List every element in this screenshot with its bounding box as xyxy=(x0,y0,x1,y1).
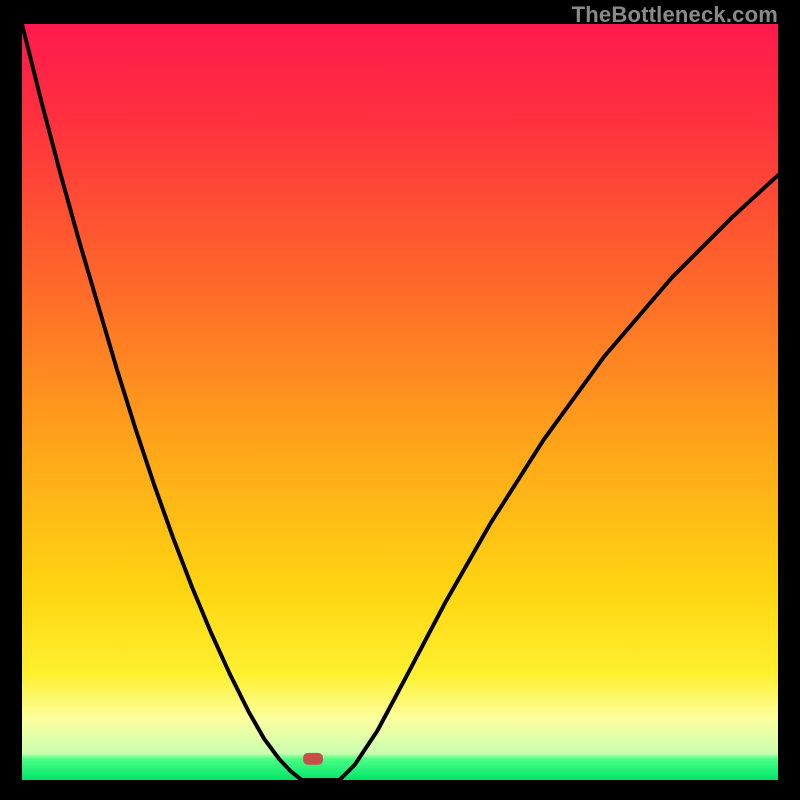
gradient-area xyxy=(22,24,778,780)
chart-plot xyxy=(22,24,778,780)
minimum-marker xyxy=(303,753,323,765)
outer-frame: TheBottleneck.com xyxy=(0,0,800,800)
